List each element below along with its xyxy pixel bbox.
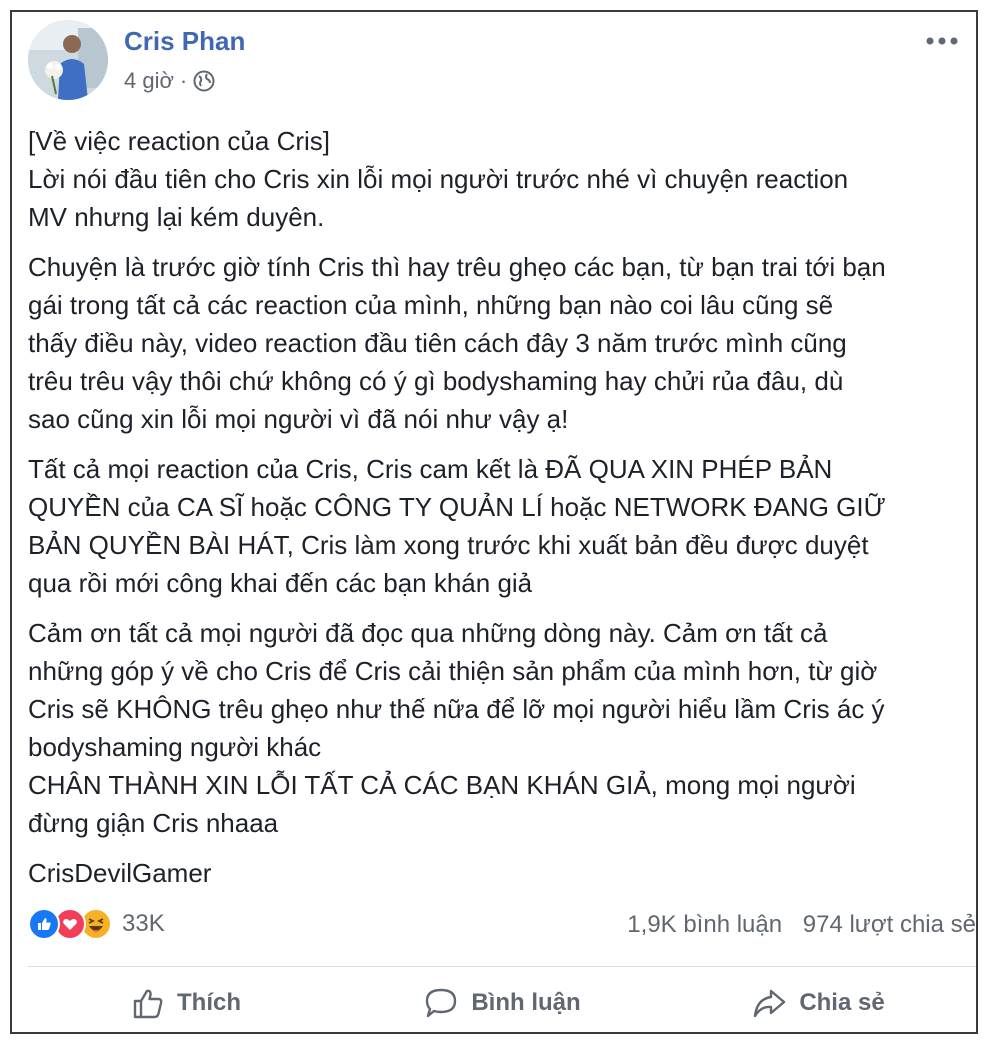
post-time[interactable]: 4 giờ [124, 68, 174, 94]
reaction-count: 33K [122, 910, 165, 937]
thumbs-up-icon [133, 989, 163, 1019]
more-horizontal-icon[interactable] [924, 34, 964, 48]
comment-count[interactable]: 1,9K bình luận [627, 911, 782, 938]
globe-icon[interactable] [193, 70, 215, 92]
comment-icon [426, 988, 457, 1018]
divider [28, 966, 976, 967]
reactions-summary[interactable]: 33K [28, 908, 165, 940]
share-button[interactable]: Chia sẻ [660, 978, 976, 1028]
post-paragraph: [Về việc reaction của Cris] Lời nói đầu … [28, 126, 849, 232]
post-body: [Về việc reaction của Cris] Lời nói đầu … [28, 122, 976, 904]
like-button[interactable]: Thích [28, 978, 344, 1028]
meta-separator: · [179, 68, 188, 93]
author-name[interactable]: Cris Phan [124, 26, 245, 57]
post-paragraph: Tất cả mọi reaction của Cris, Cris cam k… [28, 454, 886, 598]
post-meta: 4 giờ · [124, 68, 215, 94]
facebook-post: Cris Phan 4 giờ · [Về việc reaction của … [10, 10, 978, 1034]
post-actions: Thích Bình luận Chia sẻ [28, 978, 976, 1028]
post-signature: CrisDevilGamer [28, 858, 212, 888]
like-icon [28, 908, 60, 940]
share-label: Chia sẻ [799, 989, 885, 1016]
post-paragraph: Cảm ơn tất cả mọi người đã đọc qua những… [28, 618, 885, 838]
avatar[interactable] [28, 20, 108, 100]
post-stats: 33K 1,9K bình luận 974 lượt chia sẻ [28, 908, 976, 948]
like-label: Thích [177, 989, 241, 1016]
comment-label: Bình luận [471, 989, 581, 1016]
comment-button[interactable]: Bình luận [344, 978, 660, 1028]
post-header: Cris Phan 4 giờ · [28, 20, 976, 104]
post-paragraph: Chuyện là trước giờ tính Cris thì hay tr… [28, 252, 886, 434]
engagement-counts: 1,9K bình luận 974 lượt chia sẻ [627, 911, 976, 939]
share-icon [754, 989, 786, 1018]
share-count[interactable]: 974 lượt chia sẻ [803, 911, 976, 938]
